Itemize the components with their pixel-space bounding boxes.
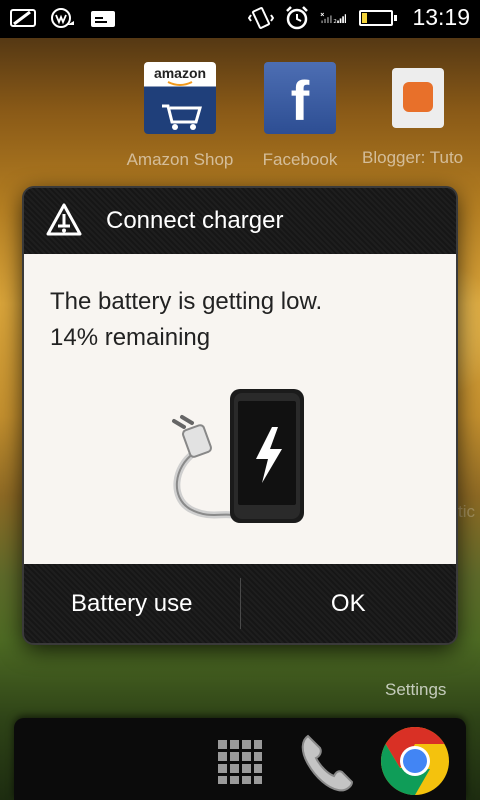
amazon-icon: amazon <box>144 62 216 134</box>
signal-strength-icon: 2 <box>320 5 347 31</box>
dialog-header: Connect charger <box>24 188 456 254</box>
shortcut-amazon[interactable]: amazon Amazon Shop <box>120 62 240 170</box>
dialog-title: Connect charger <box>106 207 284 234</box>
shortcut-label: Amazon Shop <box>126 150 234 169</box>
shortcut-facebook[interactable]: f Facebook <box>240 62 360 170</box>
blogger-icon <box>392 68 444 128</box>
clock: 13:19 <box>412 4 470 30</box>
dialog-message: The battery is getting low. 14% remainin… <box>50 284 322 356</box>
phone-icon[interactable] <box>294 730 360 800</box>
shortcut-label: Blogger: Tuto <box>362 148 464 167</box>
facebook-logo-letter: f <box>290 69 310 132</box>
dock <box>14 718 466 800</box>
chrome-icon[interactable] <box>380 726 450 800</box>
status-bar-notifications <box>10 6 116 32</box>
battery-remaining-text: 14% remaining <box>50 324 211 351</box>
warning-icon <box>46 202 82 238</box>
wifi-notification-icon <box>50 6 76 32</box>
message-line: The battery is getting low. <box>50 288 323 315</box>
alarm-icon <box>284 5 310 31</box>
facebook-icon: f <box>264 62 336 134</box>
phone-charger-icon <box>164 387 304 531</box>
ok-button[interactable]: OK <box>241 564 457 643</box>
vibrate-icon <box>248 5 275 31</box>
battery-icon <box>356 5 398 31</box>
app-drawer-icon[interactable] <box>218 740 262 788</box>
status-bar-system: 2 13:19 <box>248 4 470 31</box>
shortcut-blogger[interactable]: Blogger: Tuto <box>358 62 478 168</box>
low-battery-dialog: Connect charger The battery is getting l… <box>24 188 456 643</box>
partial-shortcut-label: tic <box>458 502 475 521</box>
battery-level-fill <box>362 12 367 23</box>
settings-shortcut-label[interactable]: Settings <box>385 680 446 700</box>
dialog-button-bar: Battery use OK <box>24 564 456 643</box>
message-icon <box>90 6 116 32</box>
dialog-body: The battery is getting low. 14% remainin… <box>24 254 456 564</box>
status-bar[interactable]: 2 13:19 <box>0 0 480 38</box>
shortcut-label: Facebook <box>262 150 338 169</box>
battery-use-button[interactable]: Battery use <box>24 564 240 643</box>
cast-icon <box>10 6 36 32</box>
network-label: 2 <box>334 19 337 25</box>
